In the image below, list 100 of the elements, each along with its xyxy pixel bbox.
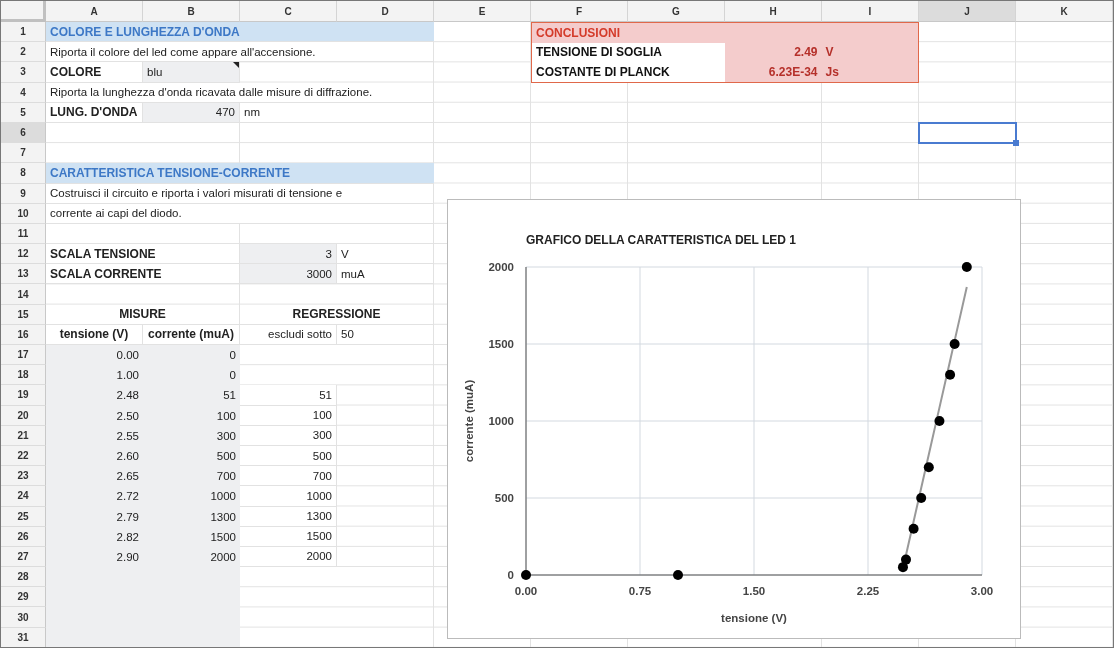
table-cell-text: 2.90	[115, 549, 140, 565]
result-unit: V	[824, 44, 835, 62]
table-cell: 1300	[240, 506, 337, 527]
y-tick-label: 1500	[488, 338, 514, 350]
table-cell-text: 2.82	[115, 529, 140, 545]
data-point	[934, 416, 945, 426]
row-header[interactable]: 10	[1, 203, 46, 224]
row-header[interactable]: 6	[1, 122, 46, 144]
row-header[interactable]: 5	[1, 102, 46, 123]
row-header[interactable]: 1	[1, 22, 46, 43]
table-cell-text: 1000	[209, 489, 237, 505]
table-cell: 100	[240, 405, 337, 426]
row-header[interactable]: 11	[1, 223, 46, 245]
row-header[interactable]: 9	[1, 183, 46, 204]
table-cell-text: 51	[222, 388, 237, 404]
input-cell[interactable]: 470	[143, 102, 240, 123]
y-tick-label: 1000	[488, 415, 514, 427]
y-tick-label: 2000	[488, 261, 514, 273]
x-tick-label: 3.00	[970, 585, 994, 597]
row-header[interactable]: 4	[1, 82, 46, 103]
section-heading: CARATTERISTICA TENSIONE-CORRENTE	[46, 163, 434, 184]
y-tick-label: 500	[494, 492, 514, 504]
row-header[interactable]: 26	[1, 526, 46, 547]
row-header[interactable]: 24	[1, 486, 46, 507]
input-cell[interactable]: 3000	[240, 264, 337, 285]
table-cell-text: 2.50	[115, 408, 140, 424]
table-cell: 700	[240, 466, 337, 487]
table-cell-text: 2000	[209, 549, 237, 565]
column-header[interactable]: J	[919, 1, 1016, 22]
row-header[interactable]: 29	[1, 587, 46, 608]
column-header[interactable]: D	[337, 1, 434, 22]
row-header[interactable]: 2	[1, 42, 46, 63]
table-cell-text: 1.00	[115, 368, 140, 384]
row-header[interactable]: 14	[1, 284, 46, 305]
input-cell[interactable]: blu	[143, 62, 240, 83]
row-header[interactable]: 12	[1, 244, 46, 265]
row-header[interactable]: 30	[1, 607, 46, 628]
row-header[interactable]: 22	[1, 445, 46, 467]
column-header[interactable]: K	[1016, 1, 1113, 22]
cell-text: Riporta il colore del led come appare all'accensione.	[46, 42, 434, 63]
table-cell-text: 2.55	[115, 428, 140, 444]
table-cell-text: 0	[228, 348, 237, 364]
table-cell-text: 1300	[209, 509, 237, 525]
row-header[interactable]: 18	[1, 365, 46, 386]
cell-text: Costruisci il circuito e riporta i valori misurati di tensione e	[46, 183, 434, 204]
row-header[interactable]: 17	[1, 345, 46, 366]
row-header[interactable]: 27	[1, 546, 46, 568]
result-label: COSTANTE DI PLANCK	[532, 62, 725, 82]
table-cell-text: 2.48	[115, 388, 140, 404]
data-point	[897, 562, 908, 573]
row-header[interactable]: 19	[1, 385, 46, 406]
row-header[interactable]: 7	[1, 143, 46, 164]
table-cell-text: 1500	[209, 529, 237, 545]
column-header[interactable]: G	[628, 1, 725, 22]
result-label: TENSIONE DI SOGLIA	[532, 42, 725, 63]
table-cell-text: 500	[215, 449, 237, 465]
row-header[interactable]: 23	[1, 466, 46, 487]
data-point	[521, 570, 531, 580]
row-header[interactable]: 13	[1, 264, 46, 285]
y-tick-label: 0	[507, 569, 514, 581]
data-point	[923, 462, 934, 473]
row-header[interactable]: 15	[1, 304, 46, 325]
row-header[interactable]: 3	[1, 62, 46, 83]
table-cell-text: 2.79	[115, 509, 140, 525]
column-header[interactable]: H	[725, 1, 822, 22]
x-tick-label: 0.75	[628, 585, 652, 597]
x-axis-title: tensione (V)	[721, 612, 787, 624]
conclusions-title: CONCLUSIONI	[535, 24, 621, 42]
cell-text: Riporta la lunghezza d'onda ricavata dalle misure di diffrazione.	[46, 82, 434, 103]
column-header[interactable]: B	[143, 1, 240, 22]
result-value: 6.23E-34	[767, 63, 819, 81]
column-header[interactable]: F	[531, 1, 628, 22]
data-point	[901, 554, 911, 565]
column-header[interactable]: E	[434, 1, 531, 22]
cell-label: SCALA CORRENTE	[46, 264, 240, 285]
result-unit: Js	[824, 63, 840, 81]
x-tick-label: 0.00	[514, 585, 538, 597]
table-cell-text: 0.00	[115, 348, 140, 364]
x-tick-label: 2.25	[856, 585, 880, 597]
cell-cursor[interactable]	[918, 121, 1017, 145]
column-header[interactable]: I	[822, 1, 919, 22]
input-cell[interactable]: 3	[240, 244, 337, 265]
table-cell: 1500	[240, 526, 337, 547]
row-header[interactable]: 25	[1, 506, 46, 527]
row-header[interactable]: 20	[1, 405, 46, 426]
row-header[interactable]: 16	[1, 324, 46, 345]
data-point	[945, 369, 956, 380]
cell-text: muA	[337, 264, 434, 285]
column-header[interactable]: A	[46, 1, 143, 22]
row-header[interactable]: 8	[1, 163, 46, 184]
column-header[interactable]: C	[240, 1, 337, 22]
x-tick-label: 1.50	[742, 585, 766, 597]
data-point	[908, 523, 919, 534]
table-cell: 51	[240, 385, 337, 406]
data-point	[949, 339, 960, 349]
result-value: 2.49	[793, 44, 819, 62]
data-point	[916, 493, 927, 503]
row-header[interactable]: 28	[1, 567, 46, 588]
table-cell-text: 2.65	[115, 469, 140, 485]
row-header[interactable]: 21	[1, 425, 46, 446]
